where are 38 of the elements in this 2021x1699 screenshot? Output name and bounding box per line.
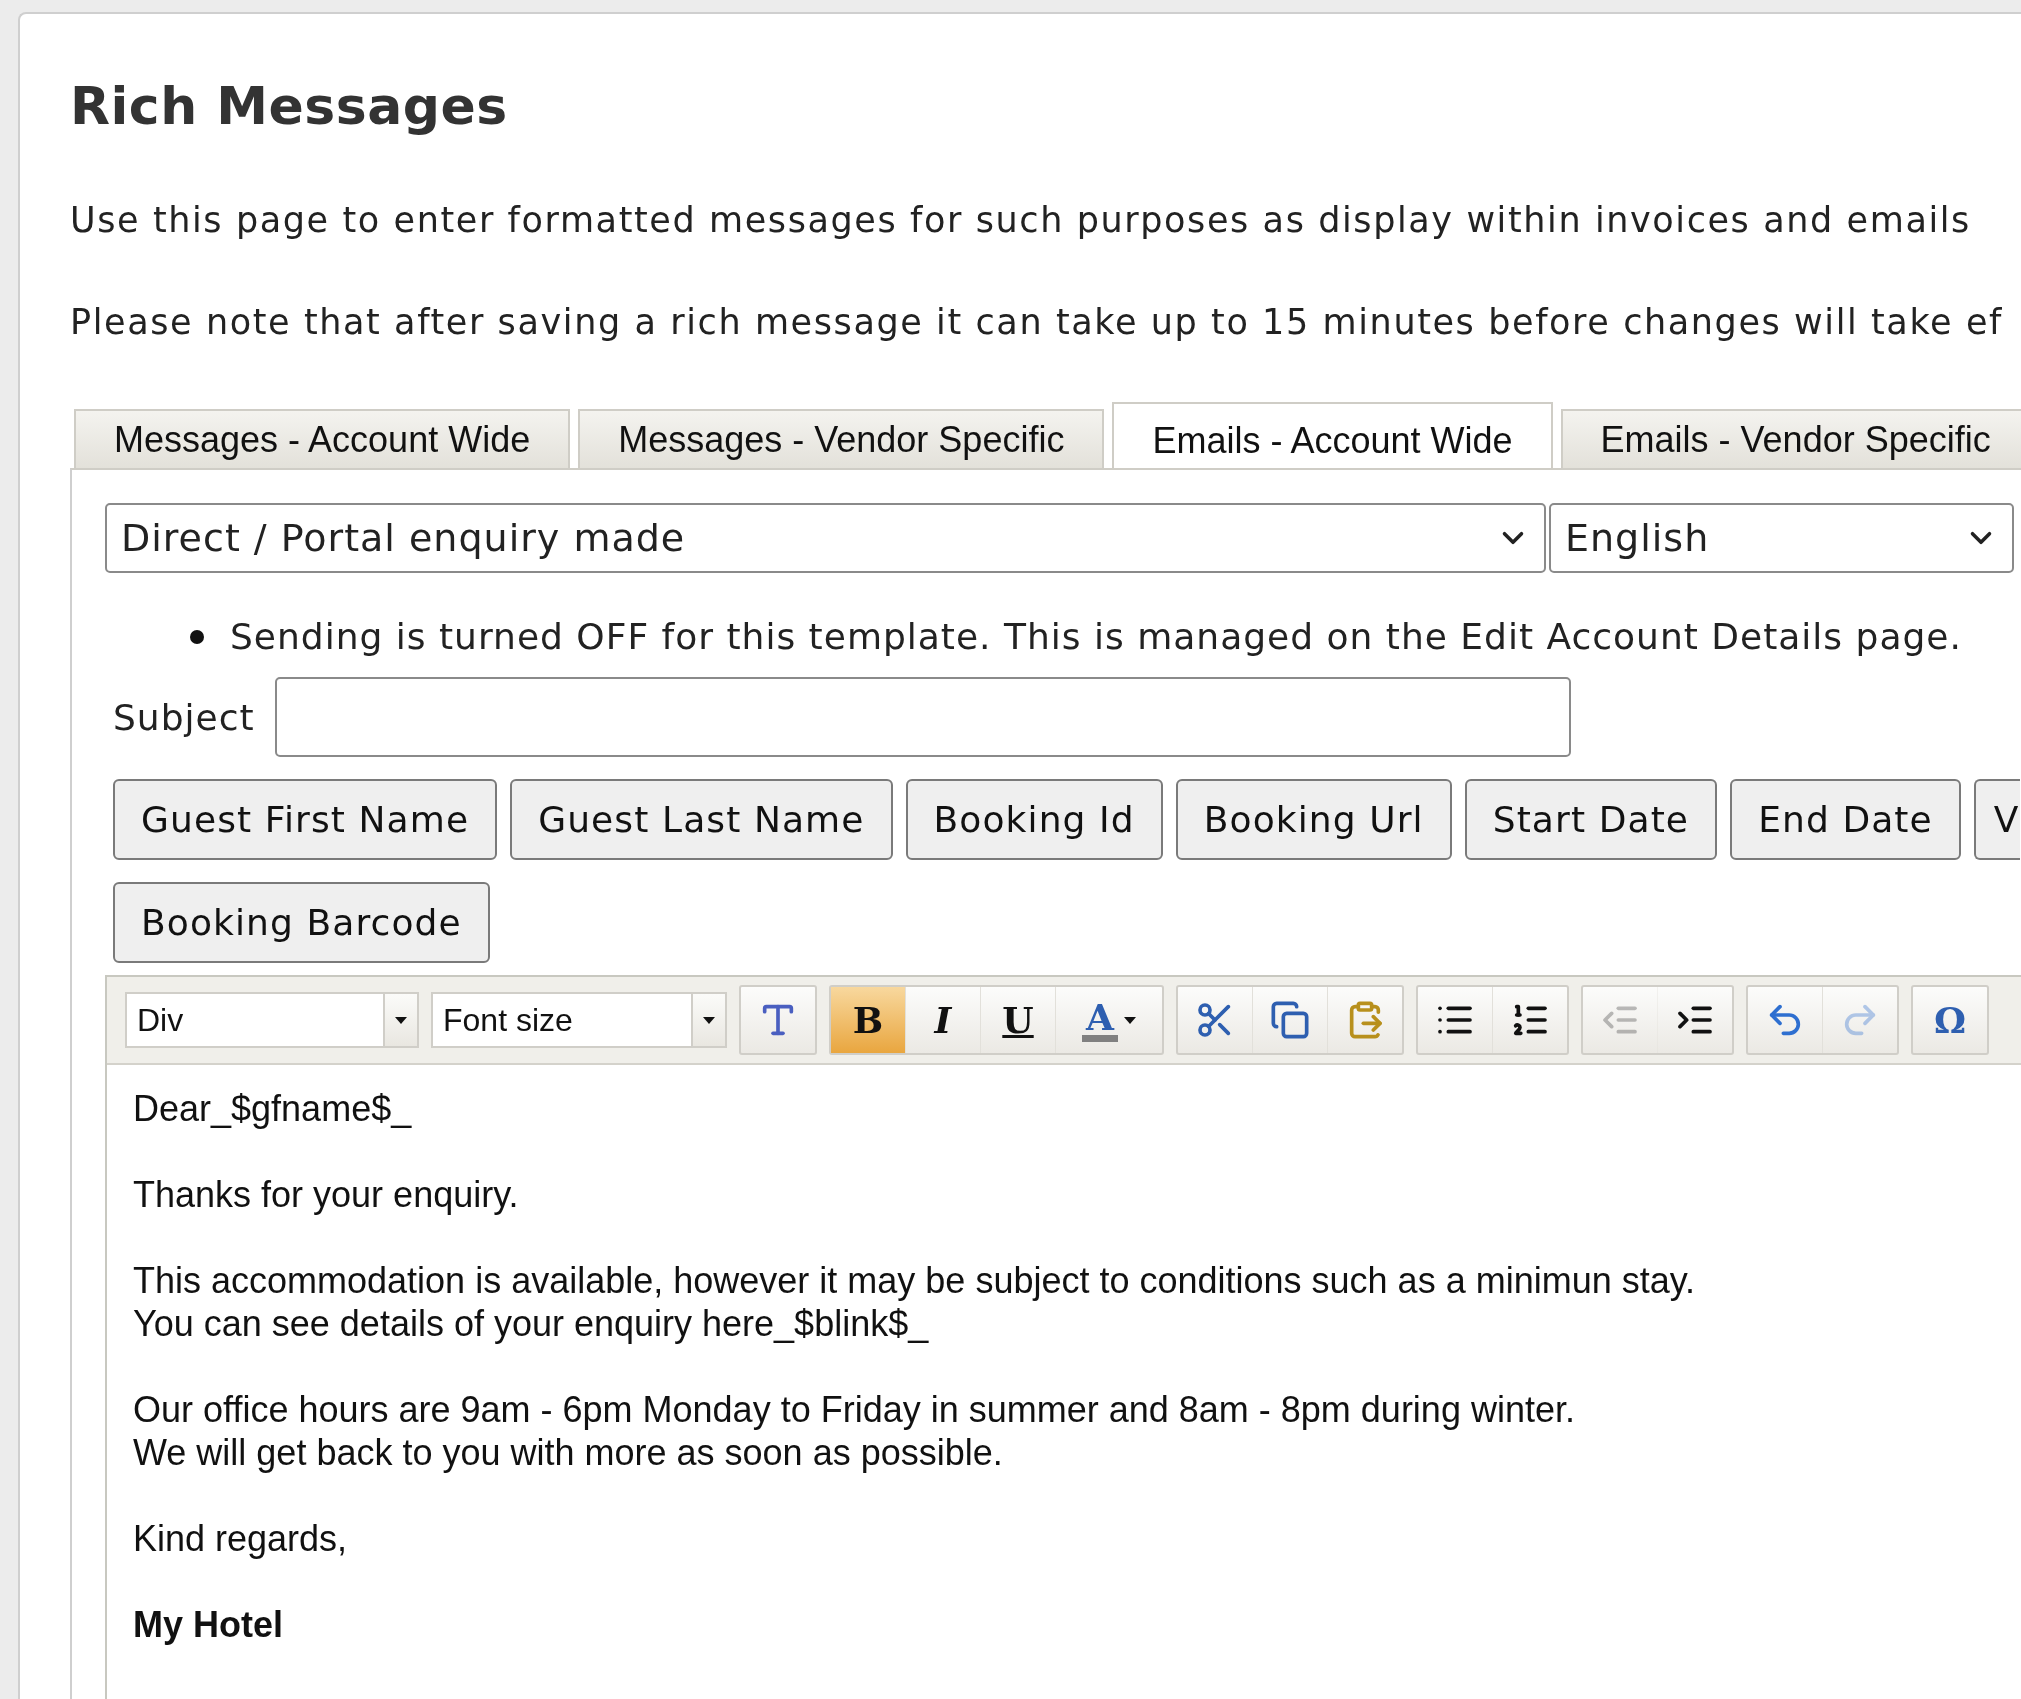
tab[interactable]: Emails - Vendor Specific <box>1560 409 2021 470</box>
intro-text: Please note that after saving a rich message it can take up to 15 minutes before changes will take ef <box>70 301 2004 344</box>
insert-field-button[interactable]: Guest First Name <box>113 779 498 860</box>
message-paragraph: Kind regards, <box>133 1517 349 1560</box>
font-size-dropdown[interactable]: Font size <box>431 992 727 1048</box>
message-paragraph: Dear_$gfname$_ <box>133 1087 413 1130</box>
insert-field-button[interactable]: Booking Barcode <box>113 882 490 963</box>
tab[interactable]: Messages - Account Wide <box>74 409 571 470</box>
italic-button[interactable]: I <box>906 987 981 1053</box>
caret-icon <box>1123 1016 1136 1024</box>
message-paragraph: Thanks for your enquiry. <box>133 1173 520 1216</box>
copy-icon <box>1270 1000 1310 1040</box>
bullet-icon <box>190 630 204 644</box>
insert-field-button[interactable]: Start Date <box>1464 779 1718 860</box>
format-dropdown[interactable]: Div <box>125 992 419 1048</box>
caret-icon <box>395 1016 407 1024</box>
insert-field-button[interactable]: Booking Id <box>905 779 1163 860</box>
caret-icon <box>703 1016 715 1024</box>
text-color-button[interactable]: A <box>1056 987 1162 1053</box>
insert-field-button[interactable]: Booking Url <box>1175 779 1452 860</box>
insert-field-button[interactable]: V <box>1973 779 2020 860</box>
insert-field-button[interactable]: Guest Last Name <box>510 779 893 860</box>
underline-button[interactable]: U <box>981 987 1056 1053</box>
message-paragraph: This accommodation is available, however it may be subject to conditions such as a minimun stay. You can see details of your enquiry here_$blink$_ <box>133 1259 1697 1345</box>
special-character-button[interactable]: Ω <box>1913 987 1987 1053</box>
message-paragraph: My Hotel <box>133 1603 284 1646</box>
tab[interactable]: Messages - Vendor Specific <box>578 409 1105 470</box>
intro-text: Use this page to enter formatted messages for such purposes as display within invoices and emails <box>70 199 1972 242</box>
tab[interactable]: Emails - Account Wide <box>1112 402 1553 470</box>
subject-input[interactable] <box>274 677 1571 757</box>
template-dropdown[interactable]: Direct / Portal enquiry made <box>105 503 1546 573</box>
insert-field-button[interactable]: End Date <box>1730 779 1961 860</box>
page-title: Rich Messages <box>70 75 509 138</box>
notice-text: Sending is turned OFF for this template. This is managed on the Edit Account Details page. <box>230 615 1962 659</box>
bold-button[interactable]: B <box>831 987 906 1053</box>
language-dropdown[interactable]: English <box>1549 503 2014 573</box>
subject-label: Subject <box>113 696 255 738</box>
message-paragraph: Our office hours are 9am - 6pm Monday to Friday in summer and 8am - 8pm during winter. We will get back to you with more as soon as possible. <box>133 1388 1576 1474</box>
